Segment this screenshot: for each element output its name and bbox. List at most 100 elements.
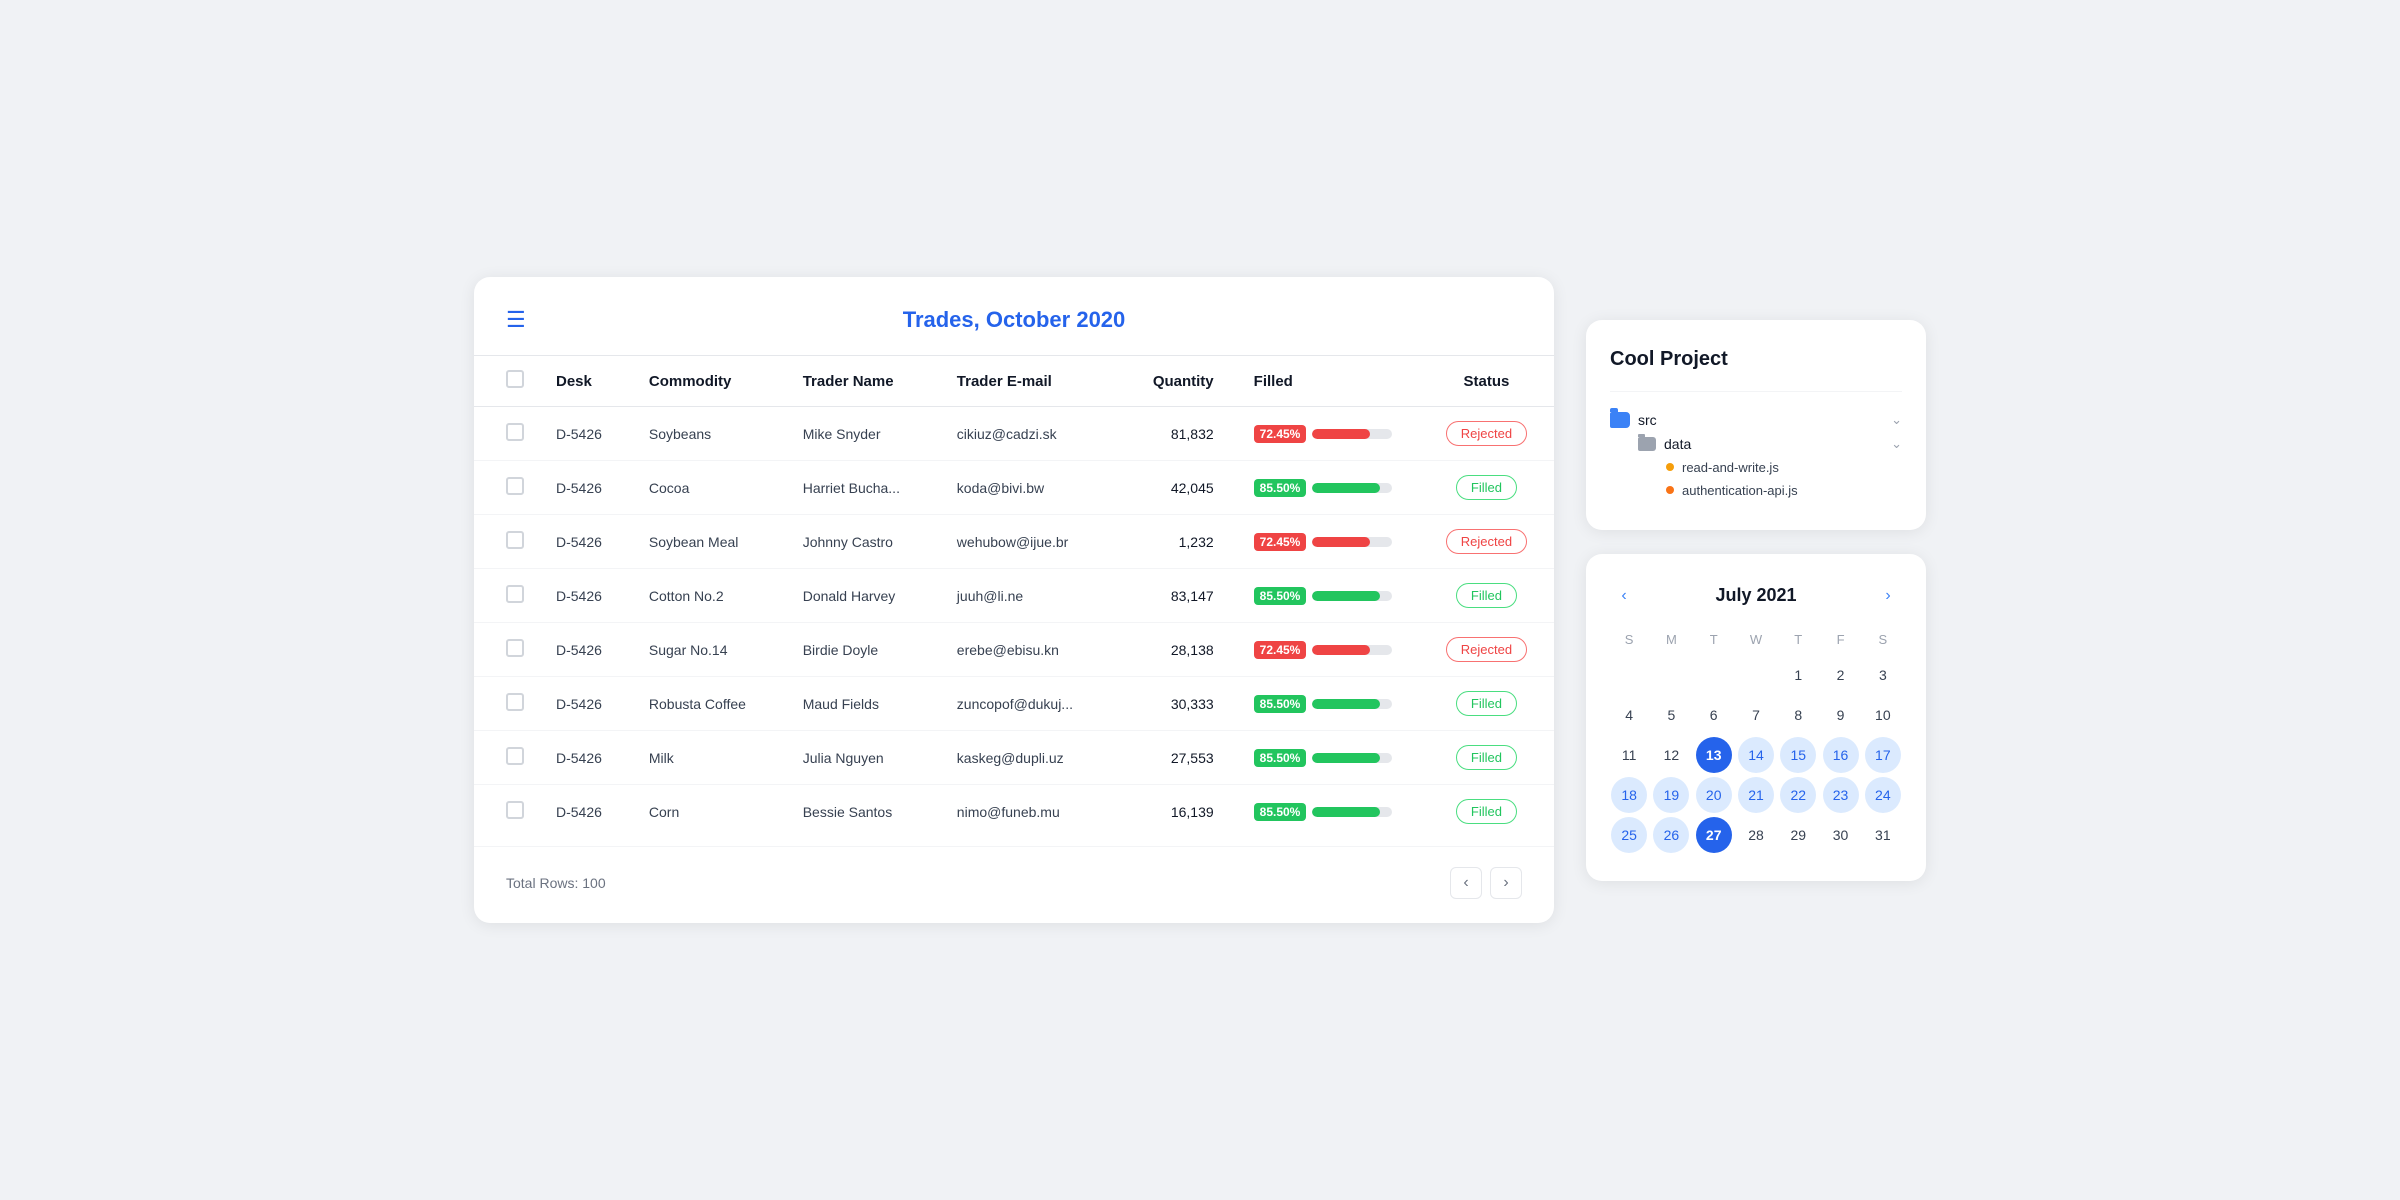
cal-day[interactable]: 25 (1611, 817, 1647, 853)
cal-day[interactable]: 22 (1780, 777, 1816, 813)
cal-day-header: S (1864, 626, 1902, 653)
next-page-button[interactable]: › (1490, 867, 1522, 899)
data-folder-label: data (1664, 436, 1691, 452)
row-checkbox-cell (474, 731, 540, 785)
progress-bar-bg (1312, 429, 1392, 439)
select-all-checkbox[interactable] (506, 370, 524, 388)
next-month-button[interactable]: › (1874, 582, 1902, 610)
row-trader-name: Donald Harvey (787, 569, 941, 623)
cal-day[interactable]: 5 (1653, 697, 1689, 733)
cal-day[interactable]: 24 (1865, 777, 1901, 813)
cal-day[interactable]: 16 (1823, 737, 1859, 773)
row-checkbox[interactable] (506, 747, 524, 765)
row-quantity: 28,138 (1117, 623, 1237, 677)
cal-day[interactable]: 13 (1696, 737, 1732, 773)
cal-day[interactable]: 26 (1653, 817, 1689, 853)
cal-day[interactable]: 9 (1823, 697, 1859, 733)
panel-header: ☰ Trades, October 2020 (474, 309, 1554, 355)
cal-day[interactable]: 23 (1823, 777, 1859, 813)
cal-day[interactable]: 19 (1653, 777, 1689, 813)
project-title: Cool Project (1610, 348, 1902, 371)
prev-page-button[interactable]: ‹ (1450, 867, 1482, 899)
row-checkbox[interactable] (506, 585, 524, 603)
row-trader-email: erebe@ebisu.kn (941, 623, 1118, 677)
row-checkbox[interactable] (506, 639, 524, 657)
row-trader-name: Mike Snyder (787, 407, 941, 461)
cal-day[interactable]: 4 (1611, 697, 1647, 733)
row-checkbox[interactable] (506, 531, 524, 549)
cal-day[interactable]: 28 (1738, 817, 1774, 853)
file-tree: src ⌄ data ⌄ read-and-write.js authentic… (1610, 408, 1902, 502)
row-quantity: 16,139 (1117, 785, 1237, 839)
cal-day[interactable]: 11 (1611, 737, 1647, 773)
row-commodity: Soybean Meal (633, 515, 787, 569)
row-commodity: Milk (633, 731, 787, 785)
file-read-write[interactable]: read-and-write.js (1610, 456, 1902, 479)
cal-day[interactable]: 3 (1865, 657, 1901, 693)
row-status: Rejected (1419, 407, 1554, 461)
row-trader-name: Julia Nguyen (787, 731, 941, 785)
cal-day[interactable]: 21 (1738, 777, 1774, 813)
filled-label: 85.50% (1254, 695, 1307, 713)
row-desk: D-5426 (540, 407, 633, 461)
cal-day[interactable]: 29 (1780, 817, 1816, 853)
cal-day[interactable]: 30 (1823, 817, 1859, 853)
progress-bar-fill (1312, 429, 1370, 439)
trades-table: Desk Commodity Trader Name Trader E-mail… (474, 355, 1554, 838)
col-trader-name: Trader Name (787, 356, 941, 407)
row-quantity: 30,333 (1117, 677, 1237, 731)
row-checkbox-cell (474, 515, 540, 569)
row-checkbox-cell (474, 785, 540, 839)
col-filled: Filled (1238, 356, 1419, 407)
row-status: Rejected (1419, 515, 1554, 569)
cal-day[interactable]: 20 (1696, 777, 1732, 813)
cal-day[interactable]: 7 (1738, 697, 1774, 733)
row-filled: 85.50% (1238, 785, 1419, 839)
data-folder-item[interactable]: data ⌄ (1610, 432, 1902, 456)
prev-month-button[interactable]: ‹ (1610, 582, 1638, 610)
row-trader-name: Johnny Castro (787, 515, 941, 569)
row-commodity: Cotton No.2 (633, 569, 787, 623)
row-desk: D-5426 (540, 623, 633, 677)
cal-day[interactable]: 27 (1696, 817, 1732, 853)
cal-day[interactable]: 12 (1653, 737, 1689, 773)
row-checkbox[interactable] (506, 693, 524, 711)
pagination: ‹ › (1450, 867, 1522, 899)
row-commodity: Robusta Coffee (633, 677, 787, 731)
cal-day[interactable]: 17 (1865, 737, 1901, 773)
right-panels: Cool Project src ⌄ data ⌄ read-and-write… (1586, 320, 1926, 881)
file-auth-api[interactable]: authentication-api.js (1610, 479, 1902, 502)
row-status: Filled (1419, 461, 1554, 515)
row-desk: D-5426 (540, 569, 633, 623)
cal-day[interactable]: 15 (1780, 737, 1816, 773)
cal-day[interactable]: 14 (1738, 737, 1774, 773)
cal-day[interactable]: 31 (1865, 817, 1901, 853)
cal-day[interactable]: 10 (1865, 697, 1901, 733)
cal-day[interactable]: 2 (1823, 657, 1859, 693)
row-trader-email: juuh@li.ne (941, 569, 1118, 623)
src-folder-label: src (1638, 412, 1657, 428)
cal-day[interactable]: 1 (1780, 657, 1816, 693)
row-trader-email: nimo@funeb.mu (941, 785, 1118, 839)
src-folder-item[interactable]: src ⌄ (1610, 408, 1902, 432)
cal-day[interactable]: 18 (1611, 777, 1647, 813)
progress-bar-bg (1312, 483, 1392, 493)
cal-day-header: T (1779, 626, 1817, 653)
row-checkbox[interactable] (506, 423, 524, 441)
js-dot-icon-2 (1666, 486, 1674, 494)
progress-bar-bg (1312, 807, 1392, 817)
cal-day[interactable]: 6 (1696, 697, 1732, 733)
row-filled: 72.45% (1238, 515, 1419, 569)
progress-bar-fill (1312, 591, 1380, 601)
cal-day[interactable]: 8 (1780, 697, 1816, 733)
row-quantity: 83,147 (1117, 569, 1237, 623)
col-trader-email: Trader E-mail (941, 356, 1118, 407)
progress-bar-fill (1312, 645, 1370, 655)
row-filled: 85.50% (1238, 677, 1419, 731)
row-desk: D-5426 (540, 515, 633, 569)
progress-bar-bg (1312, 753, 1392, 763)
table-row: D-5426 Milk Julia Nguyen kaskeg@dupli.uz… (474, 731, 1554, 785)
menu-icon[interactable]: ☰ (506, 309, 526, 331)
row-checkbox[interactable] (506, 477, 524, 495)
row-checkbox[interactable] (506, 801, 524, 819)
